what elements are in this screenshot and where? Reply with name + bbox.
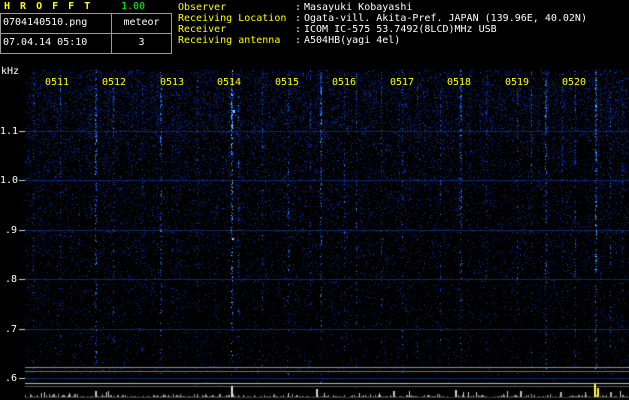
spectrogram-canvas [0, 0, 629, 400]
info-label-receiver: Receiver [178, 24, 227, 35]
time-label-0513: 0513 [160, 77, 185, 88]
info-label-receiving-antenna: Receiving antenna [178, 35, 281, 46]
time-axis-labels: 0511 0512 0513 0514 0515 0516 0517 0518 0519 0520 [0, 77, 629, 88]
info-row-receiving-location: Receiving Location: Ogata-vill. Akita-Pre… [178, 13, 587, 24]
info-colon: : [295, 35, 302, 46]
info-value-receiving-location: Ogata-vill. Akita-Pref. JAPAN (139.96E, … [304, 13, 587, 24]
info-colon: : [295, 2, 302, 13]
info-label-observer: Observer [178, 2, 227, 13]
time-label-0515: 0515 [275, 77, 300, 88]
freq-label-10: 1.0 [0, 175, 19, 186]
file-info-box: 0704140510.png meteor 07.04.14 05:10 3 [0, 13, 172, 54]
time-label-0519: 0519 [505, 77, 530, 88]
info-row-receiving-antenna: Receiving antenna: A504HB(yagi 4el) [178, 35, 587, 46]
info-value-receiver: ICOM IC-575 53.7492(8LCD)MHz USB [304, 24, 497, 35]
time-label-0520: 0520 [562, 77, 587, 88]
time-label-0517: 0517 [390, 77, 415, 88]
time-label-0514: 0514 [217, 77, 242, 88]
info-colon: : [295, 24, 302, 35]
freq-label-11: 1.1 [0, 126, 19, 137]
meteor-count: 3 [138, 37, 145, 48]
freq-label-9: .9 [4, 225, 17, 236]
info-value-receiving-antenna: A504HB(yagi 4el) [304, 35, 401, 46]
time-label-0511: 0511 [45, 77, 70, 88]
freq-label-6: .6 [4, 373, 17, 384]
freq-label-7: .7 [4, 324, 17, 335]
freq-label-8: .8 [4, 274, 17, 285]
info-colon: : [295, 13, 302, 24]
info-row-observer: Observer: Masayuki Kobayashi [178, 2, 587, 13]
app-version: 1.00 [121, 1, 146, 12]
time-label-0516: 0516 [332, 77, 357, 88]
freq-axis-labels: 1.1 1.0 .9 .8 .7 .6 [0, 0, 18, 400]
station-info: Observer: Masayuki Kobayashi Receiving Loc… [178, 2, 587, 46]
time-label-0518: 0518 [447, 77, 472, 88]
info-row-receiver: Receiver: ICOM IC-575 53.7492(8LCD)MHz US… [178, 24, 587, 35]
mode-label: meteor [112, 14, 171, 34]
hrofft-spectrogram-screen: H R O F F T 1.00 0704140510.png meteor 0… [0, 0, 629, 400]
time-label-0512: 0512 [102, 77, 127, 88]
info-value-observer: Masayuki Kobayashi [304, 2, 413, 13]
info-label-receiving-location: Receiving Location [178, 13, 287, 24]
